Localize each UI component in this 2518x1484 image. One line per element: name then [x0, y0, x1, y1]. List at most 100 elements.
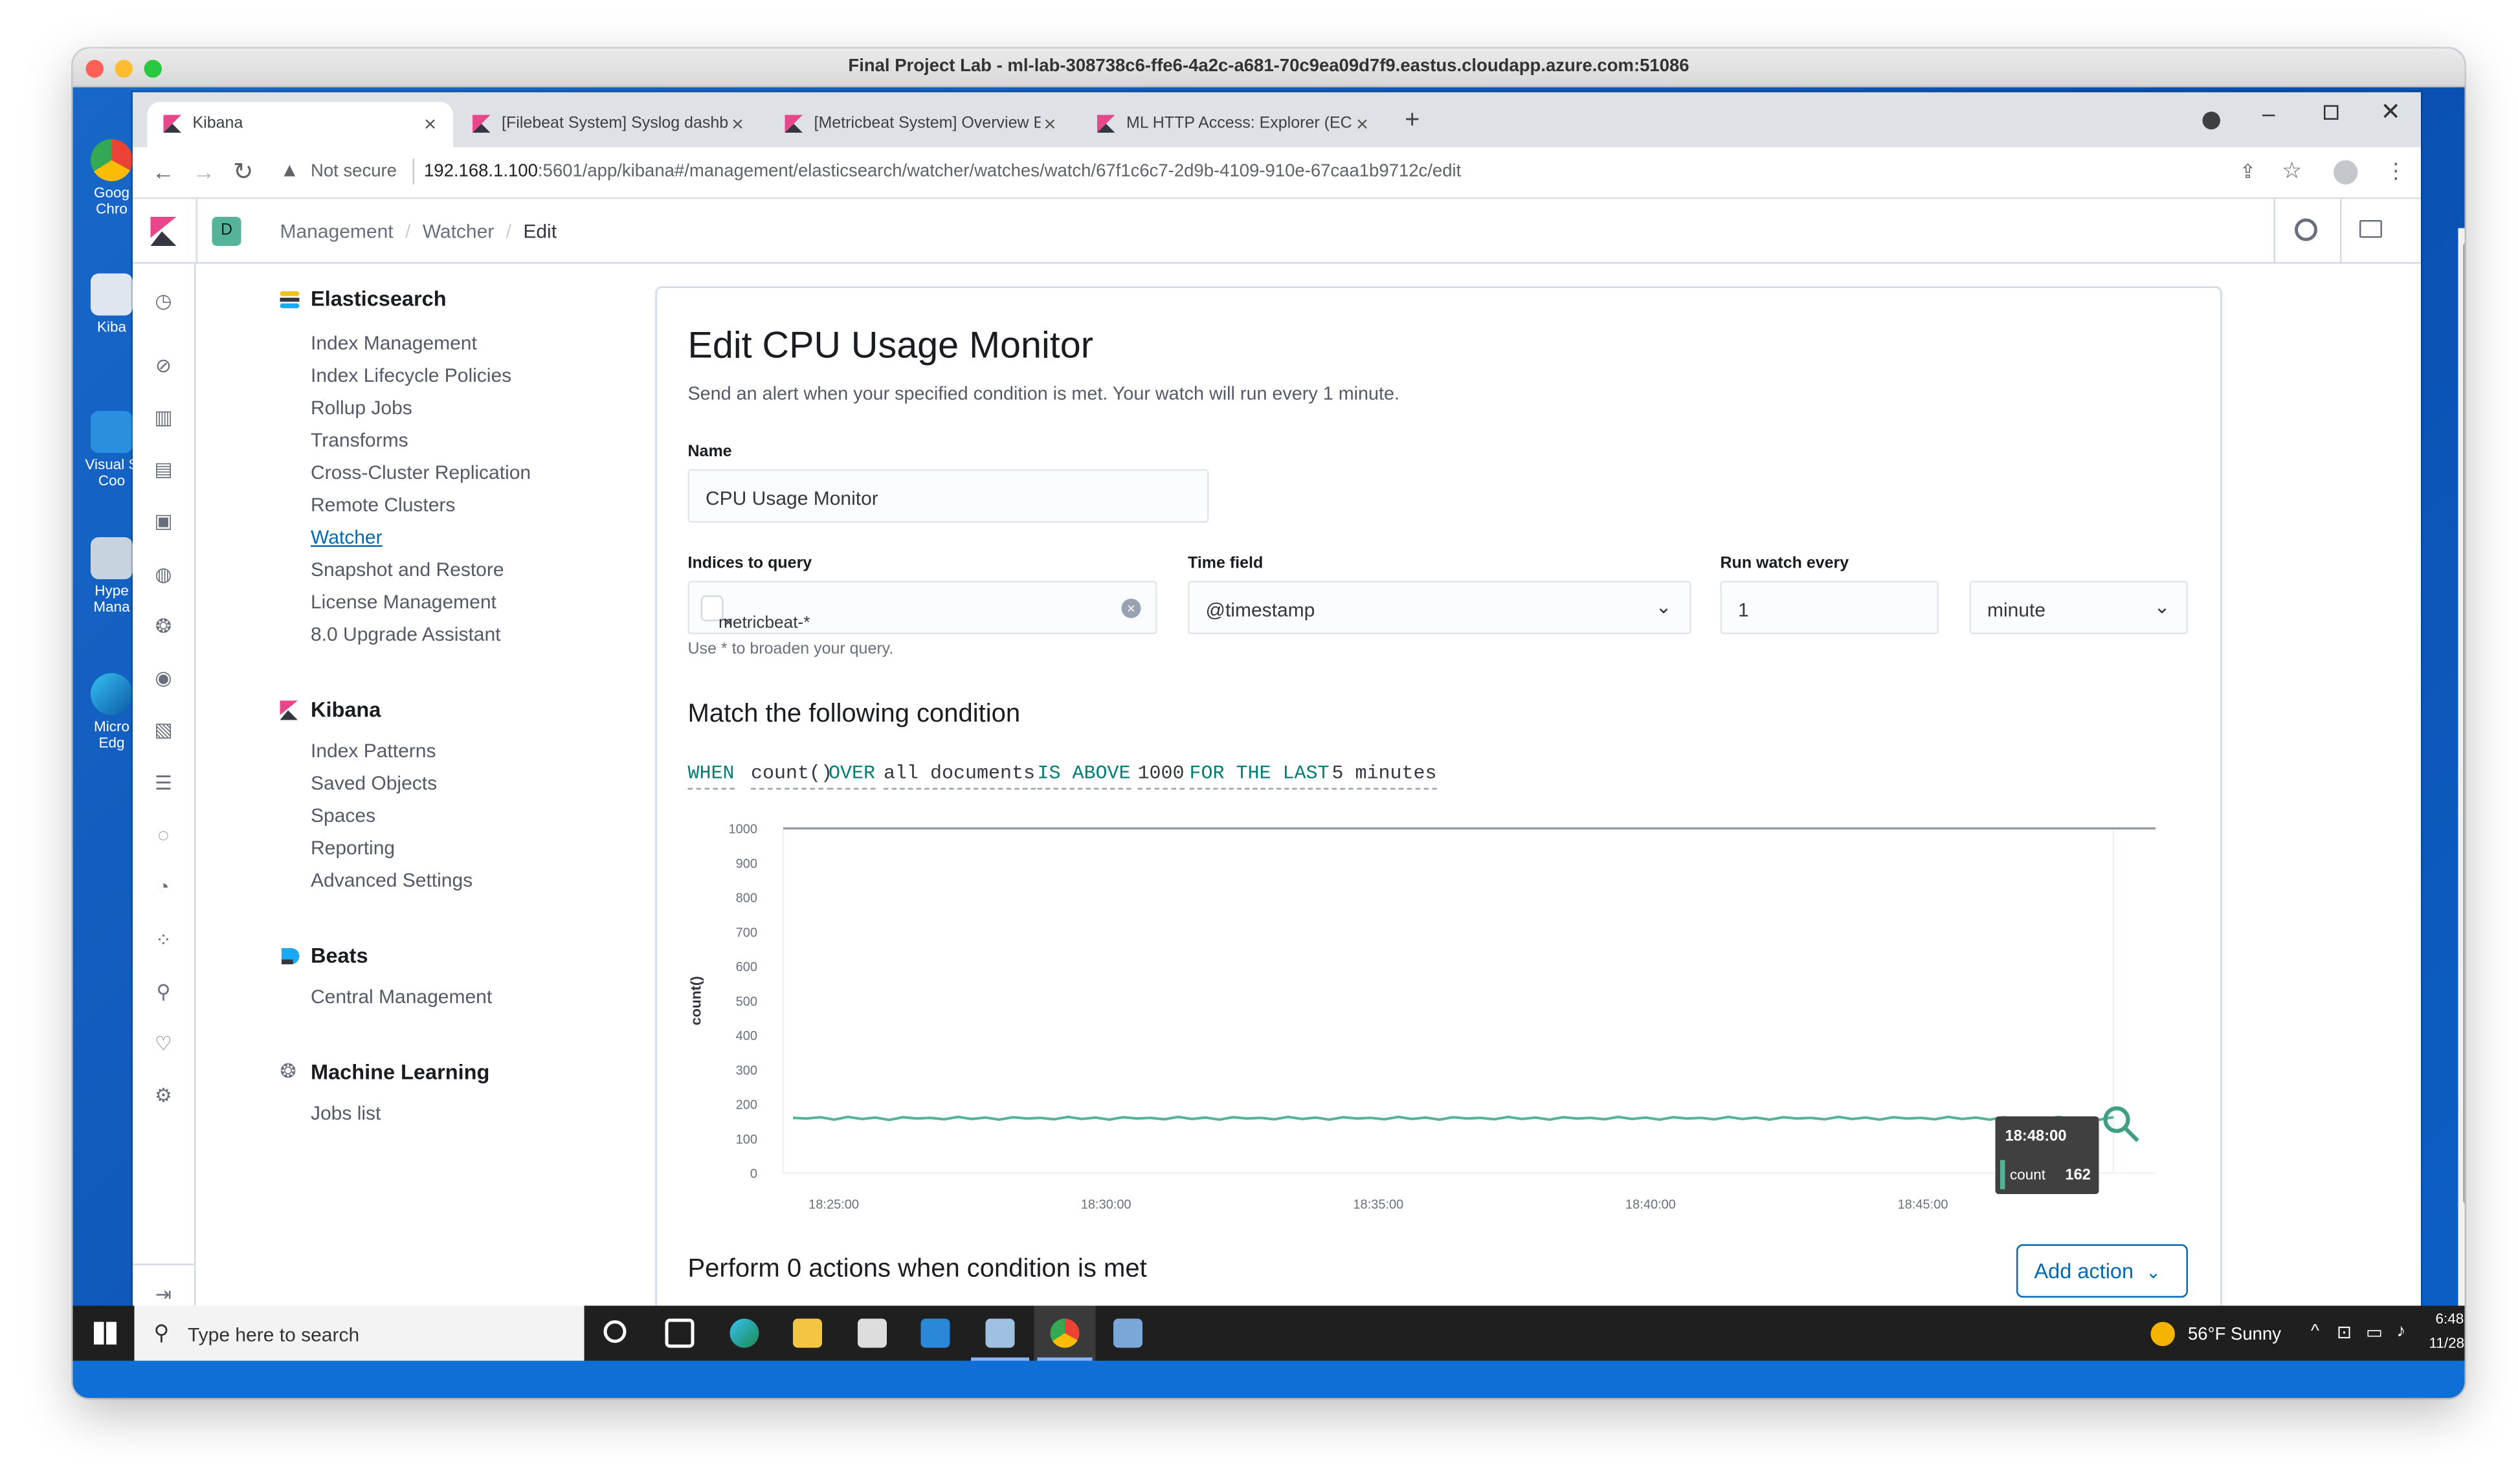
time-field-select[interactable]: @timestamp ⌄ — [1188, 581, 1691, 634]
sidebar-item-advanced-settings[interactable]: Advanced Settings — [311, 869, 473, 892]
sidebar-item-rollup-jobs[interactable]: Rollup Jobs — [311, 397, 412, 419]
sidebar-item-upgrade-assistant[interactable]: 8.0 Upgrade Assistant — [311, 623, 501, 646]
condition-docs[interactable]: all documents — [884, 762, 1036, 790]
maximize-icon[interactable] — [2324, 105, 2339, 120]
tab-search-icon[interactable] — [2202, 111, 2220, 129]
help-icon[interactable] — [2295, 218, 2317, 241]
back-icon[interactable]: ← — [152, 159, 175, 184]
sidebar-item-jobs-list[interactable]: Jobs list — [311, 1102, 381, 1125]
sidebar-item-saved-objects[interactable]: Saved Objects — [311, 772, 437, 795]
chrome-taskbar-button[interactable] — [1034, 1305, 1096, 1361]
clock-time[interactable]: 6:48 — [2436, 1311, 2464, 1327]
add-action-button[interactable]: Add action ⌄ — [2016, 1244, 2188, 1298]
forward-icon[interactable]: → — [193, 159, 216, 184]
tab-filebeat[interactable]: [Filebeat System] Syslog dashboa × — [456, 102, 764, 148]
sidebar-item-spaces[interactable]: Spaces — [311, 804, 375, 827]
display-icon[interactable]: ▭ — [2366, 1322, 2383, 1343]
profile-avatar-icon[interactable] — [2334, 160, 2358, 184]
kibana-logo-icon[interactable] — [150, 217, 177, 246]
condition-for-last[interactable]: FOR THE LAST — [1189, 762, 1330, 790]
mail-taskbar-icon[interactable] — [920, 1318, 950, 1348]
edge-taskbar-icon[interactable] — [730, 1318, 759, 1348]
task-view-icon[interactable] — [665, 1318, 695, 1348]
condition-is-above[interactable]: IS ABOVE — [1037, 762, 1131, 790]
windows-start-icon[interactable] — [94, 1322, 117, 1345]
canvas-icon[interactable]: ▣ — [152, 510, 175, 533]
file-explorer-icon[interactable] — [793, 1318, 822, 1348]
condition-threshold[interactable]: 1000 — [1137, 762, 1185, 790]
tab-ml-http[interactable]: ML HTTP Access: Explorer (ECS) - × — [1081, 102, 1388, 148]
dev-tools-icon[interactable]: ⚲ — [152, 980, 175, 1003]
close-tab-icon[interactable]: × — [1356, 112, 1368, 137]
store-icon[interactable] — [858, 1318, 887, 1348]
uptime-icon[interactable]: ◌ — [152, 824, 175, 847]
page-scrollbar[interactable] — [2458, 228, 2465, 1330]
apm-icon[interactable]: ☰ — [152, 772, 175, 795]
siem-icon[interactable]: ◔ — [152, 876, 175, 898]
volume-icon[interactable]: ♪ — [2397, 1322, 2406, 1342]
tab-metricbeat[interactable]: [Metricbeat System] Overview EC × — [769, 102, 1076, 148]
new-tab-icon[interactable]: + — [1405, 107, 1420, 136]
infrastructure-icon[interactable]: ◉ — [152, 667, 175, 689]
visualize-icon[interactable]: ▥ — [152, 406, 175, 429]
condition-when[interactable]: WHEN — [687, 762, 735, 790]
name-field[interactable]: CPU Usage Monitor — [687, 469, 1209, 523]
sidebar-item-index-lifecycle-policies[interactable]: Index Lifecycle Policies — [311, 364, 511, 387]
clear-indices-icon[interactable]: × — [1121, 599, 1141, 618]
bookmark-star-icon[interactable]: ☆ — [2282, 157, 2302, 185]
hyperv-taskbar-icon[interactable] — [985, 1318, 1015, 1348]
browser-menu-icon[interactable]: ⋮ — [2385, 159, 2407, 184]
share-icon[interactable]: ⇪ — [2240, 161, 2256, 183]
logs-icon[interactable]: ▧ — [152, 718, 175, 741]
security-label[interactable]: Not secure — [311, 162, 397, 181]
condition-over[interactable]: OVER — [829, 762, 876, 790]
taskbar-search-box[interactable]: ⚲ Type here to search — [134, 1305, 585, 1361]
mail-icon[interactable] — [2359, 220, 2382, 238]
close-tab-icon[interactable]: × — [424, 112, 436, 137]
close-browser-icon[interactable]: ✕ — [2381, 97, 2401, 127]
close-tab-icon[interactable]: × — [1044, 112, 1056, 137]
sidebar-item-license-management[interactable]: License Management — [311, 591, 496, 614]
tab-kibana[interactable]: Kibana × — [147, 102, 453, 148]
sidebar-item-index-patterns[interactable]: Index Patterns — [311, 740, 436, 762]
network-icon[interactable]: ⊡ — [2337, 1322, 2352, 1343]
close-tab-icon[interactable]: × — [731, 112, 744, 137]
indices-combo-box[interactable]: metricbeat-* × × — [687, 581, 1157, 634]
remove-chip-icon[interactable]: × — [724, 614, 733, 633]
collapse-nav-icon[interactable]: ⇥ — [152, 1283, 175, 1306]
sidebar-item-cross-cluster-replication[interactable]: Cross-Cluster Replication — [311, 461, 531, 484]
url-input[interactable]: 192.168.1.100:5601/app/kibana#/managemen… — [424, 162, 1461, 181]
ml-icon[interactable]: ❂ — [152, 615, 175, 637]
condition-window[interactable]: 5 minutes — [1331, 762, 1437, 790]
clock-date[interactable]: 11/28 — [2429, 1335, 2465, 1351]
breadcrumb-management[interactable]: Management — [280, 220, 394, 243]
sidebar-item-central-management[interactable]: Central Management — [311, 986, 492, 1008]
sidebar-item-reporting[interactable]: Reporting — [311, 837, 395, 859]
address-bar: ← → ↻ ▲ Not secure 192.168.1.100:5601/ap… — [133, 147, 2421, 199]
cortana-icon[interactable] — [603, 1320, 627, 1343]
maps-icon[interactable]: ◍ — [152, 563, 175, 586]
condition-agg[interactable]: count() — [751, 762, 833, 790]
section-kibana: Kibana — [311, 697, 381, 722]
graph-icon[interactable]: ⁘ — [152, 929, 175, 951]
scrollbar-thumb[interactable] — [2463, 241, 2465, 1206]
space-avatar[interactable]: D — [212, 217, 241, 246]
breadcrumb-watcher[interactable]: Watcher — [423, 220, 495, 243]
tray-chevron-icon[interactable]: ^ — [2311, 1322, 2319, 1342]
rdp-taskbar-icon[interactable] — [1113, 1318, 1142, 1348]
discover-icon[interactable]: ⊘ — [152, 355, 175, 377]
weather-text[interactable]: 56°F Sunny — [2188, 1325, 2281, 1345]
run-every-unit-select[interactable]: minute ⌄ — [1969, 581, 2188, 634]
recent-icon[interactable]: ◷ — [152, 290, 175, 313]
management-gear-icon[interactable]: ⚙ — [152, 1084, 175, 1107]
minimize-icon[interactable]: – — [2262, 100, 2275, 126]
sidebar-item-transforms[interactable]: Transforms — [311, 429, 408, 452]
sidebar-item-index-management[interactable]: Index Management — [311, 332, 477, 355]
sidebar-item-remote-clusters[interactable]: Remote Clusters — [311, 494, 455, 516]
dashboard-icon[interactable]: ▤ — [152, 458, 175, 481]
sidebar-item-watcher[interactable]: Watcher — [311, 526, 383, 549]
reload-icon[interactable]: ↻ — [233, 157, 253, 186]
monitoring-icon[interactable]: ♡ — [152, 1032, 175, 1055]
run-every-input[interactable]: 1 — [1720, 581, 1939, 634]
sidebar-item-snapshot-and-restore[interactable]: Snapshot and Restore — [311, 559, 504, 581]
